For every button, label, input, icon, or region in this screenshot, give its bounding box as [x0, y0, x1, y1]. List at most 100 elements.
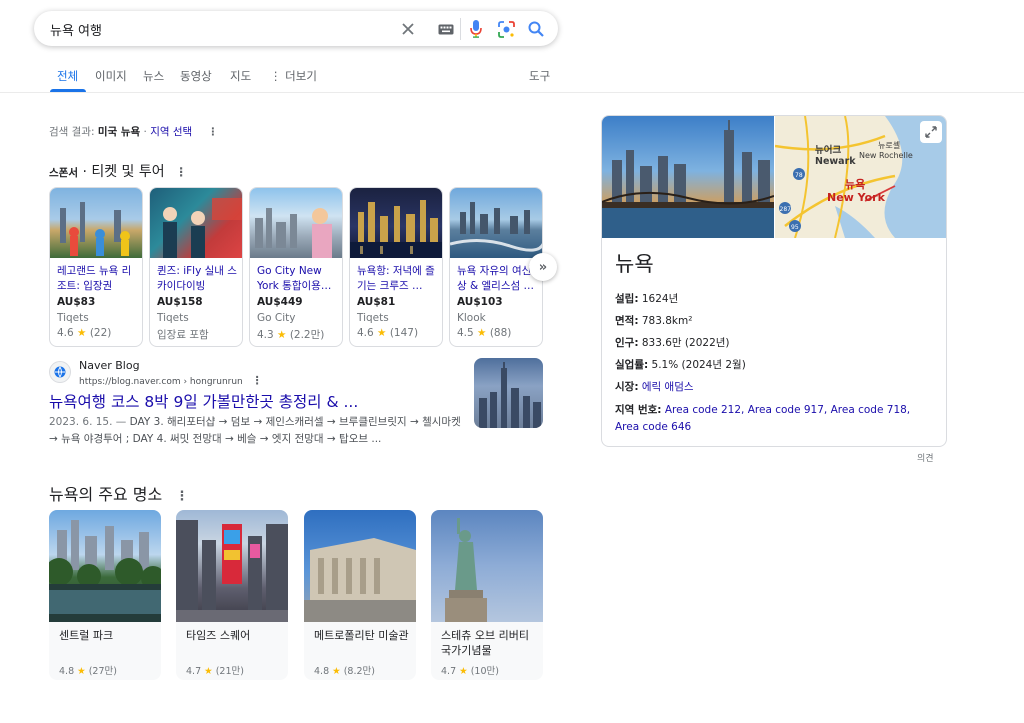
search-divider: [460, 18, 461, 40]
product-seller: Tiqets: [157, 312, 189, 324]
tab-maps[interactable]: 지도: [230, 68, 251, 84]
star-icon: ★: [204, 666, 213, 677]
product-seller: Klook: [457, 312, 486, 324]
attraction-name: 스테츄 오브 리버티 국가기념물: [441, 629, 529, 657]
lens-icon[interactable]: [496, 19, 516, 39]
product-card[interactable]: 퀸즈: iFly 실내 스카이다이빙 AU$158 Tiqets 입장료 포함: [149, 187, 243, 347]
double-chevron-right-icon: »: [538, 259, 548, 275]
sponsored-header: 스폰서 · 티켓 및 투어 ⋮: [49, 161, 187, 181]
entity-title: 뉴욕: [615, 252, 654, 276]
product-price: AU$449: [257, 296, 303, 308]
more-options-icon[interactable]: ⋮: [175, 489, 188, 504]
product-rating: 4.5 ★ (88): [457, 327, 512, 339]
sponsored-title: · 티켓 및 투어: [82, 164, 165, 180]
fact-row: 지역 번호: Area code 212, Area code 917, Are…: [615, 404, 911, 433]
attraction-image: [176, 510, 288, 622]
product-price: AU$81: [357, 296, 396, 308]
product-price: AU$158: [157, 296, 203, 308]
keyboard-icon[interactable]: [436, 19, 456, 39]
attraction-rating: 4.7 ★ (21만): [186, 666, 244, 677]
search-icon[interactable]: [526, 19, 546, 39]
star-icon: ★: [332, 666, 341, 677]
attraction-card[interactable]: 스테츄 오브 리버티 국가기념물 4.7 ★ (10만): [431, 510, 543, 680]
choose-area-link[interactable]: 지역 선택: [150, 126, 192, 138]
star-icon: ★: [477, 327, 487, 339]
attraction-card[interactable]: 타임즈 스퀘어 4.7 ★ (21만): [176, 510, 288, 680]
search-bar: 뉴욕 여행: [34, 11, 558, 46]
attraction-card[interactable]: 메트로폴리탄 미술관 4.8 ★ (8.2만): [304, 510, 416, 680]
product-title: 레고랜드 뉴욕 리조트: 입장권: [57, 265, 132, 292]
more-options-icon[interactable]: ⋮: [252, 374, 263, 387]
star-icon: ★: [377, 327, 387, 339]
product-image: [150, 188, 242, 258]
map-road-label: 95: [791, 224, 799, 231]
product-card[interactable]: 레고랜드 뉴욕 리조트: 입장권 AU$83 Tiqets 4.6 ★ (22): [49, 187, 143, 347]
map-label-ko: 뉴로셸: [878, 141, 900, 150]
product-rating: 4.6 ★ (147): [357, 327, 419, 339]
map-road-label: 78: [795, 172, 803, 179]
product-image: [350, 188, 442, 258]
knowledge-panel: 뉴어크 Newark 뉴로셸 New Rochelle 뉴욕 New York …: [601, 115, 947, 447]
attraction-rating: 4.8 ★ (8.2만): [314, 666, 375, 677]
attraction-image: [431, 510, 543, 622]
microphone-icon[interactable]: [466, 19, 486, 39]
product-card[interactable]: Go City New York 통합이용… AU$449 Go City 4.…: [249, 187, 343, 347]
attraction-rating: 4.8 ★ (27만): [59, 666, 117, 677]
tools-button[interactable]: 도구: [529, 68, 550, 84]
result-snippet: 2023. 6. 15. — DAY 3. 해리포터샵 → 덤보 → 제인스캐러…: [49, 416, 461, 445]
product-rating: 4.3 ★ (2.2만): [257, 329, 325, 341]
product-seller: Tiqets: [57, 312, 89, 324]
fact-row: 인구: 833.6만 (2022년): [615, 337, 730, 349]
tab-images[interactable]: 이미지: [95, 68, 127, 84]
results-location: 검색 결과: 미국 뉴욕 · 지역 선택 ⋮: [49, 124, 218, 139]
location-prefix: 검색 결과:: [49, 126, 95, 138]
tab-all[interactable]: 전체: [57, 68, 78, 84]
result-thumbnail[interactable]: [474, 358, 543, 428]
fact-row: 실업률: 5.1% (2024년 2월): [615, 359, 746, 371]
mayor-link[interactable]: 에릭 애덤스: [642, 381, 694, 393]
sponsored-label: 스폰서: [49, 167, 78, 179]
attraction-name: 센트럴 파크: [59, 629, 114, 642]
fact-row: 설립: 1624년: [615, 293, 679, 305]
next-arrow-button[interactable]: »: [529, 253, 557, 281]
product-title: 뉴욕 자유의 여신상 & 엘리스섬 …: [457, 265, 535, 292]
expand-icon: [925, 126, 937, 138]
separator: ·: [143, 126, 147, 138]
attraction-image: [49, 510, 161, 622]
result-title-link[interactable]: 뉴욕여행 코스 8박 9일 가볼만한곳 총정리 & ...: [49, 390, 358, 412]
tab-more[interactable]: ⋮ 더보기: [270, 68, 317, 84]
product-price: AU$103: [457, 296, 503, 308]
site-name: Naver Blog: [79, 359, 140, 372]
city-photo[interactable]: [602, 116, 775, 238]
product-title: Go City New York 통합이용…: [257, 265, 332, 292]
attraction-image: [304, 510, 416, 622]
more-options-icon[interactable]: ⋮: [175, 165, 187, 179]
tab-videos[interactable]: 동영상: [180, 68, 212, 84]
product-title: 퀸즈: iFly 실내 스카이다이빙: [157, 265, 237, 292]
tabs-divider: [0, 92, 1024, 93]
more-options-icon[interactable]: ⋮: [208, 126, 219, 138]
clear-icon[interactable]: [398, 19, 418, 39]
more-dots-icon: ⋮: [270, 69, 286, 83]
attraction-name: 타임즈 스퀘어: [186, 629, 251, 642]
product-image: [250, 188, 342, 258]
tab-news[interactable]: 뉴스: [143, 68, 164, 84]
location-name: 미국 뉴욕: [97, 126, 141, 138]
map-label-ko: 뉴어크: [815, 144, 841, 156]
fact-row: 시장: 에릭 애덤스: [615, 381, 694, 393]
star-icon: ★: [77, 666, 86, 677]
search-input[interactable]: 뉴욕 여행: [50, 20, 102, 39]
search-tabs: 전체 이미지 뉴스 동영상 지도 ⋮ 더보기 도구: [48, 68, 552, 92]
product-price: AU$83: [57, 296, 96, 308]
map-label-new-rochelle: New Rochelle: [859, 151, 913, 160]
product-rating: 4.6 ★ (22): [57, 327, 112, 339]
star-icon: ★: [77, 327, 87, 339]
attractions-header: 뉴욕의 주요 명소 ⋮: [49, 485, 189, 504]
attraction-card[interactable]: 센트럴 파크 4.8 ★ (27만): [49, 510, 161, 680]
product-card[interactable]: 뉴욕항: 저녁에 즐기는 크루즈 … AU$81 Tiqets 4.6 ★ (1…: [349, 187, 443, 347]
map-road-label: 287: [780, 206, 792, 213]
site-url: https://blog.naver.com › hongrunrun ⋮: [79, 374, 263, 387]
city-map[interactable]: 뉴어크 Newark 뉴로셸 New Rochelle 뉴욕 New York …: [774, 116, 946, 239]
feedback-link[interactable]: 의견: [917, 451, 934, 464]
expand-map-button[interactable]: [920, 121, 942, 143]
